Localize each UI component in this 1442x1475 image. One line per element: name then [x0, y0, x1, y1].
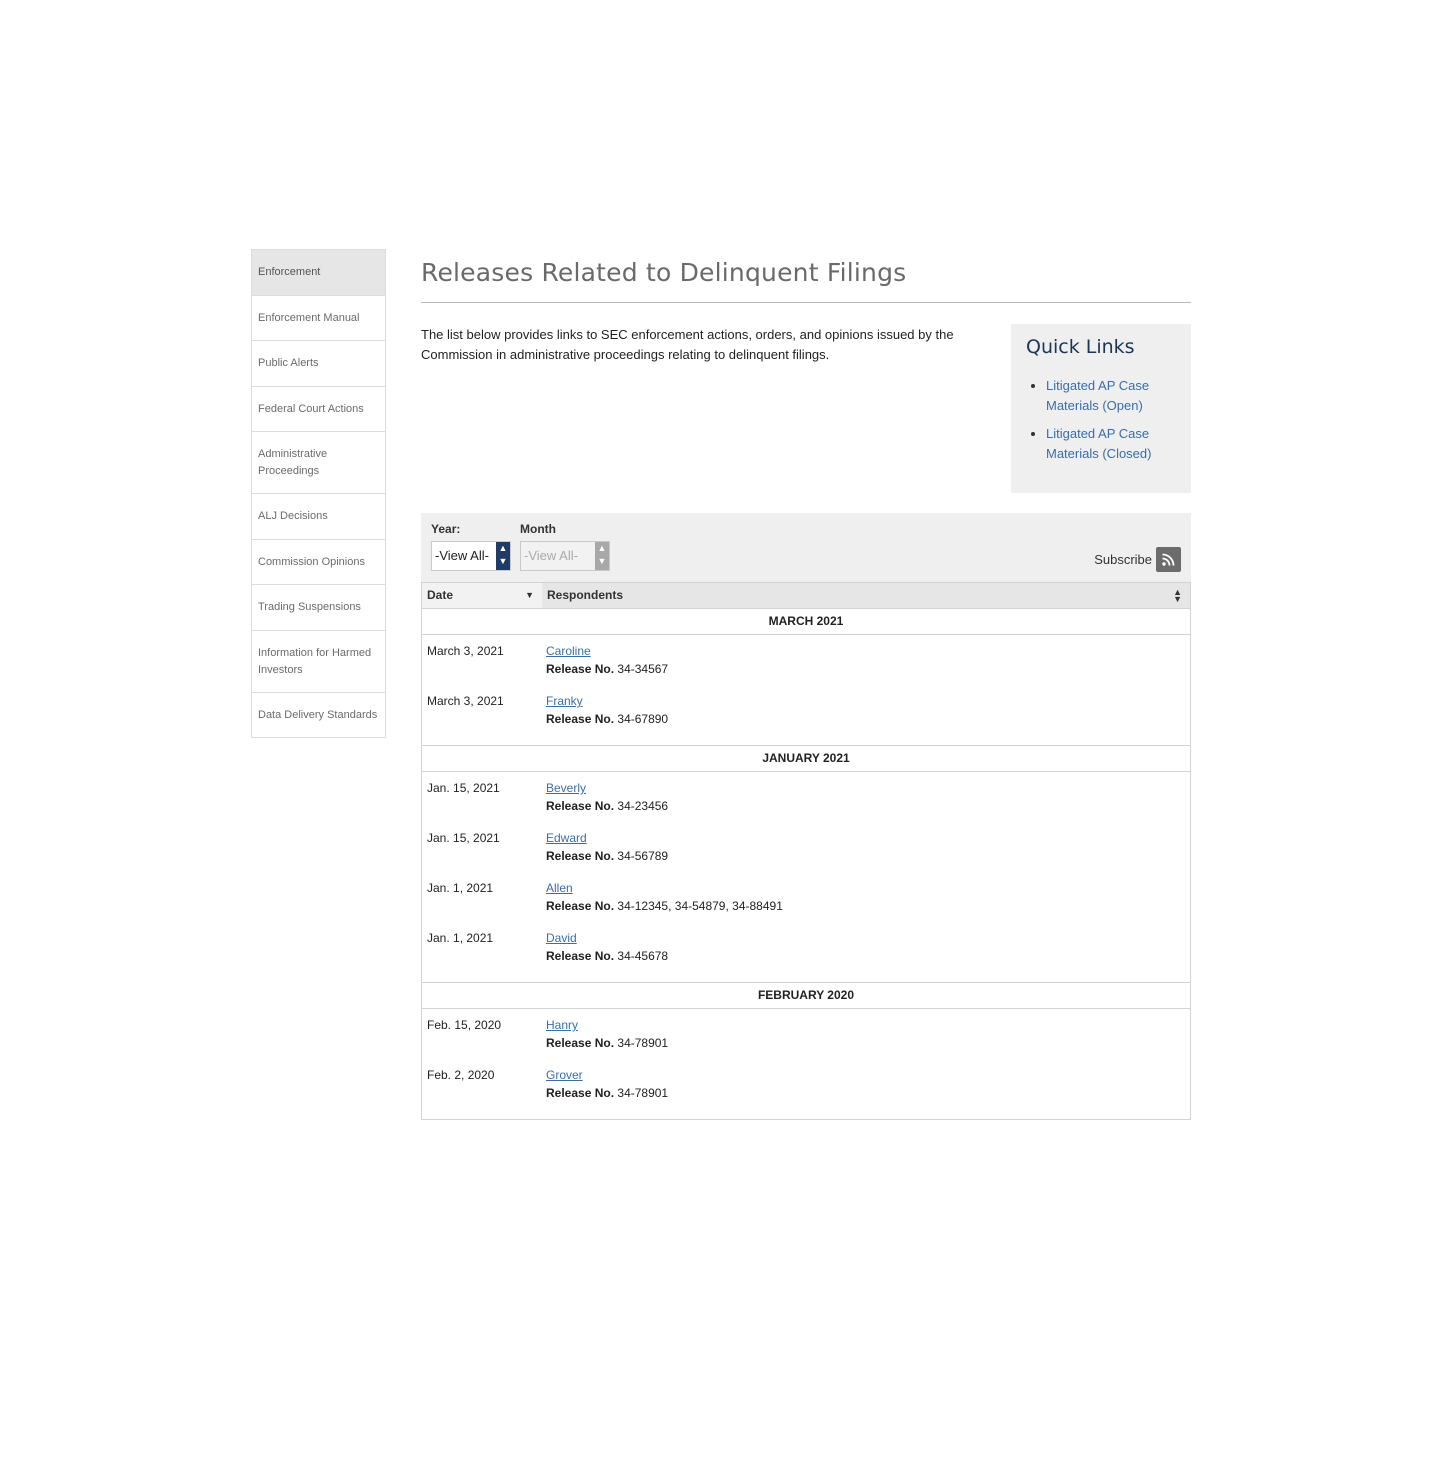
- releases-table: Date ▼ Respondents ▲ ▼ MARCH 2021 March 3…: [421, 582, 1191, 1120]
- sidebar-item-commission-opinions[interactable]: Commission Opinions: [252, 540, 385, 585]
- column-header-respondents-label: Respondents: [547, 588, 624, 602]
- group-heading: FEBRUARY 2020: [422, 983, 1190, 1009]
- table-row: Jan. 15, 2021 Beverly Release No. 34-234…: [422, 780, 1190, 830]
- table-row: Jan. 1, 2021 David Release No. 34-45678: [422, 930, 1190, 980]
- quick-link-open-cases[interactable]: Litigated AP Case Materials (Open): [1046, 378, 1149, 413]
- month-label: Month: [520, 522, 556, 536]
- group-body: Jan. 15, 2021 Beverly Release No. 34-234…: [422, 772, 1190, 983]
- quick-link-item: Litigated AP Case Materials (Open): [1046, 376, 1176, 416]
- row-respondent: Grover Release No. 34-78901: [542, 1066, 1190, 1117]
- sidebar-item-alj-decisions[interactable]: ALJ Decisions: [252, 494, 385, 540]
- sidebar-item-administrative-proceedings[interactable]: Administrative Proceedings: [252, 432, 385, 494]
- row-date: March 3, 2021: [427, 694, 504, 708]
- sidebar-item-public-alerts[interactable]: Public Alerts: [252, 341, 385, 387]
- sidebar-item-data-delivery-standards[interactable]: Data Delivery Standards: [252, 693, 385, 738]
- month-spinner[interactable]: ▲ ▼: [595, 542, 609, 570]
- respondent-link[interactable]: Edward: [546, 831, 587, 845]
- release-number: 34-34567: [617, 662, 669, 676]
- row-date: Feb. 2, 2020: [427, 1068, 495, 1082]
- table-header: Date ▼ Respondents ▲ ▼: [422, 583, 1190, 609]
- release-label: Release No.: [546, 1036, 615, 1050]
- chevron-up-icon: ▲: [498, 543, 508, 553]
- sidebar-item-enforcement-manual[interactable]: Enforcement Manual: [252, 296, 385, 341]
- release-label: Release No.: [546, 1086, 615, 1100]
- sidebar-item-enforcement[interactable]: Enforcement: [252, 250, 385, 296]
- row-respondent: Beverly Release No. 34-23456: [542, 779, 1190, 830]
- release-label: Release No.: [546, 799, 615, 813]
- row-date: Jan. 15, 2021: [427, 831, 500, 845]
- intro-text: The list below provides links to SEC enf…: [421, 327, 954, 362]
- row-respondent: David Release No. 34-45678: [542, 929, 1190, 980]
- respondent-link[interactable]: Beverly: [546, 781, 586, 795]
- release-number: 34-67890: [617, 712, 669, 726]
- quick-link-closed-cases[interactable]: Litigated AP Case Materials (Closed): [1046, 426, 1151, 461]
- group-body: Feb. 15, 2020 Hanry Release No. 34-78901…: [422, 1009, 1190, 1119]
- year-label: Year:: [431, 522, 461, 536]
- row-respondent: Franky Release No. 34-67890: [542, 692, 1190, 743]
- subscribe-label: Subscribe: [1094, 552, 1152, 567]
- quick-link-item: Litigated AP Case Materials (Closed): [1046, 424, 1176, 464]
- row-respondent: Allen Release No. 34-12345, 34-54879, 34…: [542, 879, 1190, 930]
- group-heading: MARCH 2021: [422, 609, 1190, 635]
- release-number: 34-78901: [617, 1086, 669, 1100]
- month-select[interactable]: -View All- ▲ ▼: [520, 541, 610, 571]
- group-body: March 3, 2021 Caroline Release No. 34-34…: [422, 635, 1190, 746]
- respondent-link[interactable]: Franky: [546, 694, 583, 708]
- filter-bar: Year: -View All- ▲ ▼ Month -View All- ▲ …: [421, 513, 1191, 583]
- chevron-up-icon: ▲: [597, 543, 607, 553]
- release-number: 34-56789: [617, 849, 669, 863]
- release-number: 34-45678: [617, 949, 669, 963]
- table-row: March 3, 2021 Franky Release No. 34-6789…: [422, 693, 1190, 743]
- column-header-respondents[interactable]: Respondents ▲ ▼: [542, 583, 1190, 608]
- table-row: Feb. 2, 2020 Grover Release No. 34-78901: [422, 1067, 1190, 1117]
- release-number: 34-78901: [617, 1036, 669, 1050]
- row-date: Feb. 15, 2020: [427, 1018, 502, 1032]
- respondent-link[interactable]: David: [546, 931, 577, 945]
- release-label: Release No.: [546, 849, 615, 863]
- row-date: Jan. 15, 2021: [427, 781, 500, 795]
- chevron-down-icon: ▼: [498, 556, 508, 566]
- release-number: 34-23456: [617, 799, 669, 813]
- sidebar-item-harmed-investors[interactable]: Information for Harmed Investors: [252, 631, 385, 693]
- row-respondent: Edward Release No. 34-56789: [542, 829, 1190, 880]
- respondent-link[interactable]: Hanry: [546, 1018, 578, 1032]
- table-row: Feb. 15, 2020 Hanry Release No. 34-78901: [422, 1017, 1190, 1067]
- sidebar-item-federal-court-actions[interactable]: Federal Court Actions: [252, 387, 385, 432]
- group-heading: JANUARY 2021: [422, 746, 1190, 772]
- table-row: Jan. 1, 2021 Allen Release No. 34-12345,…: [422, 880, 1190, 930]
- column-header-date-label: Date: [427, 588, 454, 602]
- quick-links-panel: Quick Links Litigated AP Case Materials …: [1011, 324, 1191, 493]
- page-title: Releases Related to Delinquent Filings: [421, 249, 1191, 303]
- sidebar-item-trading-suspensions[interactable]: Trading Suspensions: [252, 585, 385, 631]
- respondent-link[interactable]: Caroline: [546, 644, 591, 658]
- quick-links-heading: Quick Links: [1026, 336, 1135, 358]
- quick-links-list: Litigated AP Case Materials (Open) Litig…: [1026, 376, 1176, 464]
- column-header-date[interactable]: Date ▼: [422, 583, 542, 608]
- row-respondent: Hanry Release No. 34-78901: [542, 1016, 1190, 1067]
- rss-icon[interactable]: [1156, 547, 1181, 572]
- table-row: March 3, 2021 Caroline Release No. 34-34…: [422, 643, 1190, 693]
- table-row: Jan. 15, 2021 Edward Release No. 34-5678…: [422, 830, 1190, 880]
- main-content: Releases Related to Delinquent Filings T…: [421, 249, 1191, 1120]
- respondent-link[interactable]: Allen: [546, 881, 573, 895]
- row-date: March 3, 2021: [427, 644, 504, 658]
- year-select[interactable]: -View All- ▲ ▼: [431, 541, 511, 571]
- release-number: 34-12345, 34-54879, 34-88491: [617, 899, 783, 913]
- year-spinner[interactable]: ▲ ▼: [496, 542, 510, 570]
- release-label: Release No.: [546, 712, 615, 726]
- row-respondent: Caroline Release No. 34-34567: [542, 642, 1190, 693]
- year-select-value: -View All-: [435, 548, 489, 563]
- sidebar-nav: Enforcement Enforcement Manual Public Al…: [251, 249, 386, 738]
- release-label: Release No.: [546, 662, 615, 676]
- chevron-down-icon: ▼: [597, 556, 607, 566]
- month-select-value: -View All-: [524, 548, 578, 563]
- row-date: Jan. 1, 2021: [427, 881, 494, 895]
- row-date: Jan. 1, 2021: [427, 931, 494, 945]
- respondent-link[interactable]: Grover: [546, 1068, 583, 1082]
- sort-descending-icon: ▼: [525, 590, 534, 600]
- sort-both-icon: ▲ ▼: [1173, 587, 1182, 604]
- subscribe-control[interactable]: Subscribe: [1094, 547, 1181, 572]
- release-label: Release No.: [546, 899, 615, 913]
- release-label: Release No.: [546, 949, 615, 963]
